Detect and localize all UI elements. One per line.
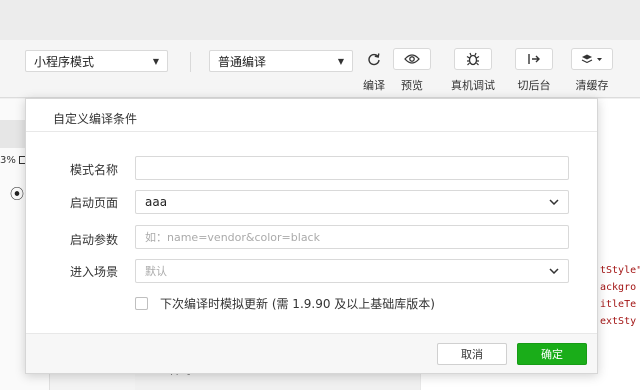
clear-cache-label: 清缓存 [575,79,609,92]
code-line: extSty [600,316,637,327]
layers-icon [571,48,613,70]
dialog-footer: 取消 确定 [26,333,597,373]
refresh-icon [355,48,393,70]
chevron-down-icon [549,197,559,208]
compile-select[interactable]: 普通编译 ▼ [209,50,353,72]
remote-debug-button[interactable]: 真机调试 [451,48,495,93]
window-top-band [0,0,640,40]
dialog-header-divider [26,131,597,132]
switch-background-icon [515,48,553,70]
confirm-button[interactable]: 确定 [517,343,587,365]
simulate-update-row: 下次编译时模拟更新 (需 1.9.90 及以上基础库版本) [135,295,435,312]
clear-cache-button[interactable]: 清缓存 [571,48,613,93]
caret-down-icon: ▼ [152,56,159,66]
simulator-header-strip [0,120,26,148]
dialog-title: 自定义编译条件 [53,112,138,126]
bug-icon [454,48,492,70]
start-page-value: aaa [145,195,168,209]
scene-placeholder: 默认 [145,265,167,278]
simulate-update-label: 下次编译时模拟更新 (需 1.9.90 及以上基础库版本) [160,297,435,311]
mode-name-label: 模式名称 [69,163,118,177]
eye-icon [393,48,431,70]
scene-select[interactable]: 默认 [135,259,569,283]
toolbar-divider [190,52,191,72]
start-params-placeholder: 如：name=vendor&color=black [145,231,320,244]
scene-label: 进入场景 [69,265,118,279]
switch-background-label: 切后台 [517,79,551,92]
battery-percent: 3% [0,155,28,166]
start-page-label: 启动页面 [69,196,118,210]
code-line: ackgro [600,282,637,293]
toolbar: 小程序模式 ▼ 普通编译 ▼ 编译 预览 真机调试 切后台 清缓存 [0,40,640,98]
cancel-button[interactable]: 取消 [437,343,507,365]
caret-down-icon: ▼ [337,56,344,66]
preview-label: 预览 [401,79,423,92]
start-params-label: 启动参数 [69,233,118,247]
preview-button[interactable]: 预览 [392,48,432,93]
start-page-select[interactable]: aaa [135,190,569,214]
chevron-down-icon [549,266,559,277]
switch-background-button[interactable]: 切后台 [514,48,554,93]
mode-name-input[interactable] [135,156,569,180]
radio-icon: ⦿ [10,187,24,203]
start-params-input[interactable]: 如：name=vendor&color=black [135,225,569,249]
compile-select-value: 普通编译 [218,54,267,69]
code-line: tStyle" [600,265,640,276]
remote-debug-label: 真机调试 [451,79,495,92]
mode-select-value: 小程序模式 [34,54,95,69]
compile-button[interactable]: 编译 [354,48,394,93]
compile-label: 编译 [363,79,385,92]
code-line: itleTe [600,299,637,310]
mode-select[interactable]: 小程序模式 ▼ [25,50,168,72]
custom-compile-dialog: 自定义编译条件 模式名称 启动页面 aaa 启动参数 如：name=vendor… [25,98,598,374]
simulate-update-checkbox[interactable] [135,297,148,310]
